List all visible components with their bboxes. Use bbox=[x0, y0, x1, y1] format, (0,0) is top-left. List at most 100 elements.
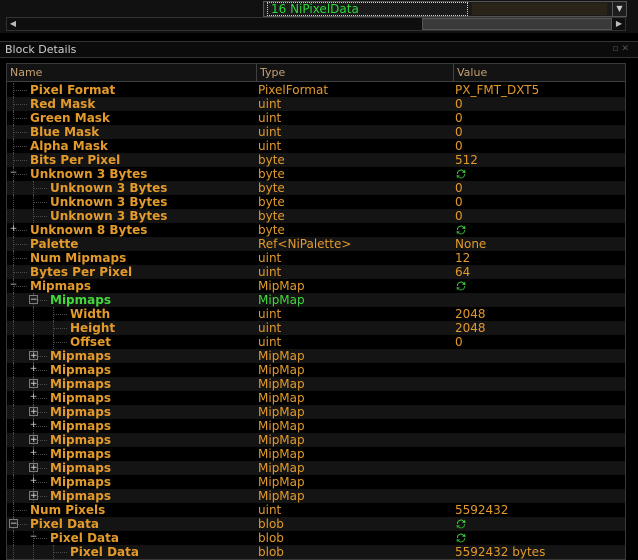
row-value-cell[interactable] bbox=[455, 447, 625, 461]
tree-row[interactable]: Num Pixels uint 5592432 bbox=[7, 503, 625, 517]
collapse-icon[interactable]: − bbox=[9, 519, 18, 529]
expand-icon[interactable]: + bbox=[29, 491, 38, 501]
tree-row[interactable]: + Mipmaps MipMap bbox=[7, 405, 625, 419]
tree-row[interactable]: Pixel Data blob 5592432 bytes bbox=[7, 545, 625, 559]
row-value-cell[interactable]: None bbox=[455, 237, 625, 251]
row-value-cell[interactable]: 0 bbox=[455, 139, 625, 153]
chevron-down-icon[interactable]: ▼ bbox=[612, 2, 626, 16]
row-value-cell[interactable]: 12 bbox=[455, 251, 625, 265]
tree-row[interactable]: Unknown 3 Bytes byte 0 bbox=[7, 209, 625, 223]
row-value-cell[interactable]: 0 bbox=[455, 97, 625, 111]
expand-icon[interactable]: + bbox=[29, 393, 38, 402]
tree-row[interactable]: Alpha Mask uint 0 bbox=[7, 139, 625, 153]
row-value-cell[interactable]: 0 bbox=[455, 209, 625, 223]
collapse-icon[interactable]: − bbox=[29, 533, 38, 542]
tree-row[interactable]: Bytes Per Pixel uint 64 bbox=[7, 265, 625, 279]
tree-row[interactable]: Width uint 2048 bbox=[7, 307, 625, 321]
row-name-cell: + Mipmaps bbox=[7, 489, 256, 503]
row-value-cell[interactable]: 5592432 bbox=[455, 503, 625, 517]
row-value-cell[interactable] bbox=[455, 377, 625, 391]
tree-row[interactable]: + Unknown 8 Bytes byte bbox=[7, 223, 625, 237]
tree-row[interactable]: + Mipmaps MipMap bbox=[7, 391, 625, 405]
scroll-left-icon[interactable]: ◀ bbox=[7, 18, 19, 30]
scrollbar-thumb[interactable] bbox=[422, 18, 612, 30]
tree-row[interactable]: − Pixel Data blob bbox=[7, 531, 625, 545]
row-name-cell: + Mipmaps bbox=[7, 405, 256, 419]
expand-icon[interactable]: + bbox=[29, 435, 38, 445]
row-value-cell[interactable] bbox=[455, 223, 625, 237]
expand-icon[interactable]: + bbox=[29, 463, 38, 473]
tree-row[interactable]: Offset uint 0 bbox=[7, 335, 625, 349]
row-value-cell[interactable] bbox=[455, 167, 625, 181]
column-header-value[interactable]: Value bbox=[454, 64, 625, 82]
row-value-cell[interactable] bbox=[455, 405, 625, 419]
row-value-cell[interactable] bbox=[455, 489, 625, 503]
row-value-cell[interactable]: 0 bbox=[455, 335, 625, 349]
collapse-icon[interactable]: − bbox=[9, 169, 18, 178]
row-value-cell[interactable]: PX_FMT_DXT5 bbox=[455, 83, 625, 97]
expand-icon[interactable]: + bbox=[9, 225, 18, 234]
row-value-cell[interactable]: 0 bbox=[455, 111, 625, 125]
tree-row[interactable]: Unknown 3 Bytes byte 0 bbox=[7, 181, 625, 195]
tree-row[interactable]: + Mipmaps MipMap bbox=[7, 349, 625, 363]
tree-row[interactable]: Palette Ref<NiPalette> None bbox=[7, 237, 625, 251]
refresh-icon bbox=[456, 519, 466, 529]
tree-row[interactable]: Red Mask uint 0 bbox=[7, 97, 625, 111]
row-value-cell[interactable] bbox=[455, 461, 625, 475]
expand-icon[interactable]: + bbox=[29, 449, 38, 458]
row-value-cell[interactable] bbox=[455, 517, 625, 531]
row-value-cell[interactable]: 5592432 bytes bbox=[455, 545, 625, 559]
expand-icon[interactable]: + bbox=[29, 421, 38, 430]
tree-row[interactable]: Height uint 2048 bbox=[7, 321, 625, 335]
expand-icon[interactable]: + bbox=[29, 379, 38, 389]
row-value-cell[interactable]: 2048 bbox=[455, 321, 625, 335]
row-value-cell[interactable]: 0 bbox=[455, 195, 625, 209]
tree-row[interactable]: + Mipmaps MipMap bbox=[7, 363, 625, 377]
row-value-cell[interactable] bbox=[455, 293, 625, 307]
collapse-icon[interactable]: − bbox=[9, 281, 18, 290]
row-value-cell[interactable]: 512 bbox=[455, 153, 625, 167]
block-select-combo[interactable]: 16 NiPixelData ▼ bbox=[263, 1, 627, 17]
expand-icon[interactable]: + bbox=[29, 407, 38, 417]
row-value-cell[interactable]: 2048 bbox=[455, 307, 625, 321]
tree-row[interactable]: Green Mask uint 0 bbox=[7, 111, 625, 125]
tree-row[interactable]: + Mipmaps MipMap bbox=[7, 447, 625, 461]
tree-row[interactable]: Unknown 3 Bytes byte 0 bbox=[7, 195, 625, 209]
tree-row[interactable]: + Mipmaps MipMap bbox=[7, 419, 625, 433]
row-value-cell[interactable] bbox=[455, 433, 625, 447]
expand-icon[interactable]: + bbox=[29, 477, 38, 486]
tree-row[interactable]: + Mipmaps MipMap bbox=[7, 433, 625, 447]
row-value-cell[interactable] bbox=[455, 419, 625, 433]
tree-row[interactable]: + Mipmaps MipMap bbox=[7, 489, 625, 503]
tree-row[interactable]: − Mipmaps MipMap bbox=[7, 293, 625, 307]
tree-row[interactable]: + Mipmaps MipMap bbox=[7, 461, 625, 475]
expand-icon[interactable]: + bbox=[29, 365, 38, 374]
block-details-tree[interactable]: Name Type Value Pixel Format PixelFormat P… bbox=[6, 63, 626, 560]
tree-row[interactable]: Bits Per Pixel byte 512 bbox=[7, 153, 625, 167]
tree-row[interactable]: − Mipmaps MipMap bbox=[7, 279, 625, 293]
tree-row[interactable]: − Unknown 3 Bytes byte bbox=[7, 167, 625, 181]
panel-buttons[interactable]: ▫✕ bbox=[612, 44, 632, 54]
row-value-cell[interactable]: 0 bbox=[455, 125, 625, 139]
tree-row[interactable]: Num Mipmaps uint 12 bbox=[7, 251, 625, 265]
expand-icon[interactable]: + bbox=[29, 351, 38, 361]
scroll-right-icon[interactable]: ▶ bbox=[613, 18, 625, 30]
column-header-name[interactable]: Name bbox=[7, 64, 257, 82]
row-value-cell[interactable] bbox=[455, 391, 625, 405]
tree-row[interactable]: + Mipmaps MipMap bbox=[7, 377, 625, 391]
row-value-cell[interactable]: 0 bbox=[455, 181, 625, 195]
row-value-cell[interactable] bbox=[455, 475, 625, 489]
horizontal-scrollbar[interactable]: ◀ ▶ bbox=[6, 17, 626, 31]
row-value-cell[interactable] bbox=[455, 349, 625, 363]
tree-row[interactable]: Blue Mask uint 0 bbox=[7, 125, 625, 139]
tree-row[interactable]: − Pixel Data blob bbox=[7, 517, 625, 531]
row-value-cell[interactable] bbox=[455, 279, 625, 293]
column-header-type[interactable]: Type bbox=[257, 64, 454, 82]
tree-row[interactable]: Pixel Format PixelFormat PX_FMT_DXT5 bbox=[7, 83, 625, 97]
row-name-label: Mipmaps bbox=[50, 293, 111, 307]
row-value-cell[interactable]: 64 bbox=[455, 265, 625, 279]
row-value-cell[interactable] bbox=[455, 363, 625, 377]
collapse-icon[interactable]: − bbox=[29, 295, 38, 305]
row-value-cell[interactable] bbox=[455, 531, 625, 545]
tree-row[interactable]: + Mipmaps MipMap bbox=[7, 475, 625, 489]
